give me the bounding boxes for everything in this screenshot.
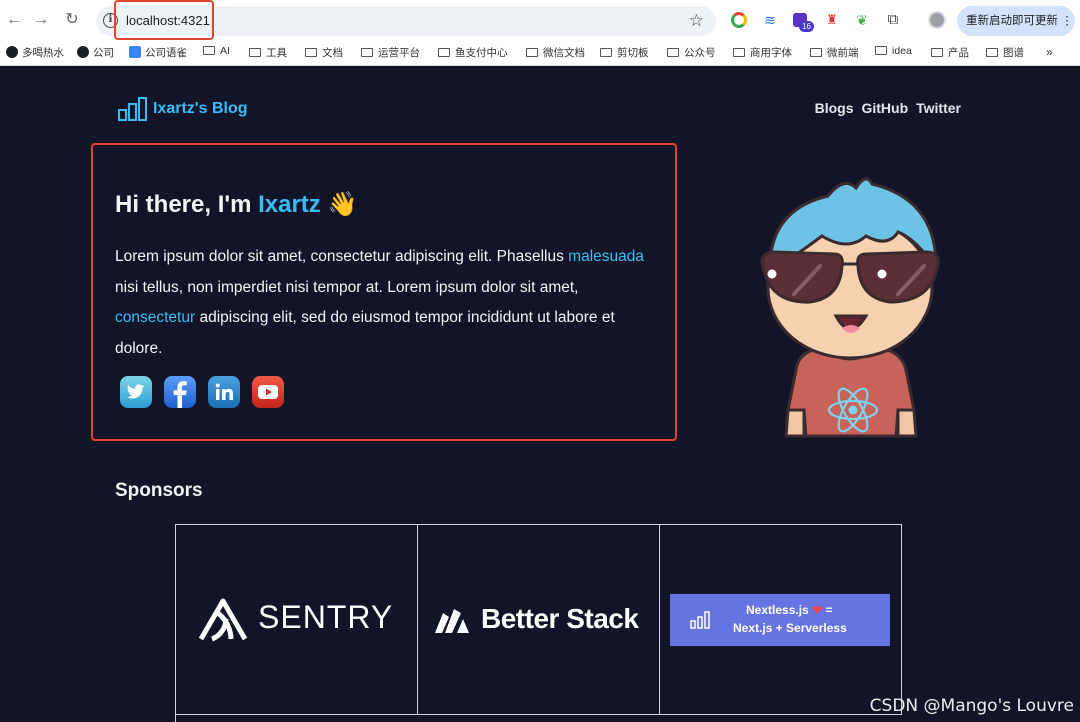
ext-robot-icon[interactable]: ♜ xyxy=(823,11,841,29)
extensions-puzzle-icon[interactable]: ⧉ xyxy=(884,11,902,29)
browser-toolbar: ← → ↻ i localhost:4321 ☆ ≋ 16 ♜ ❦ ⧉ 重新启动… xyxy=(0,0,1080,40)
betterstack-logo-icon xyxy=(435,609,469,633)
bookmark-star-icon[interactable]: ☆ xyxy=(689,11,704,31)
bookmark-2[interactable]: 公司语雀 xyxy=(129,45,187,60)
sentry-logo-text: SENTRY xyxy=(258,599,394,635)
hero-title-prefix: Hi there, I'm xyxy=(115,191,259,218)
heart-icon: ❤ xyxy=(812,603,823,617)
folder-icon xyxy=(249,48,261,57)
sponsor-sentry[interactable]: SENTRY xyxy=(176,525,418,715)
folder-icon xyxy=(733,48,745,57)
hero-text-2: nisi tellus, non imperdiet nisi tempor a… xyxy=(115,278,579,296)
waving-hand-icon: 👋 xyxy=(327,191,358,218)
bookmark-14[interactable]: 产品 xyxy=(931,45,969,60)
youtube-icon[interactable] xyxy=(252,376,284,408)
folder-icon xyxy=(361,48,373,57)
folder-icon xyxy=(931,48,943,57)
folder-icon xyxy=(875,46,887,55)
hero-title: Hi there, I'm Ixartz 👋 xyxy=(115,190,357,219)
betterstack-logo-text: Better Stack xyxy=(481,603,639,634)
update-button[interactable]: 重新启动即可更新 ⋮ xyxy=(957,6,1075,36)
ext-leaf-icon[interactable]: ❦ xyxy=(853,11,871,29)
hero-link-malesuada[interactable]: malesuada xyxy=(568,248,644,265)
twitter-icon[interactable] xyxy=(120,376,152,408)
watermark: CSDN @Mango's Louvre xyxy=(869,696,1074,716)
github-icon xyxy=(6,46,18,58)
reload-icon[interactable]: ↻ xyxy=(62,10,82,30)
sponsors-grid: SENTRY Better Stack Nextless.js ❤ = Next… xyxy=(175,524,902,722)
avatar[interactable] xyxy=(928,11,946,29)
folder-icon xyxy=(305,48,317,57)
nextless-banner: Nextless.js ❤ = Next.js + Serverless xyxy=(670,594,890,646)
bookmark-7[interactable]: 鱼支付中心 xyxy=(438,45,508,60)
bookmark-13[interactable]: idea xyxy=(875,45,912,57)
sponsor-nextless[interactable]: Nextless.js ❤ = Next.js + Serverless xyxy=(660,525,902,715)
folder-icon xyxy=(667,48,679,57)
folder-icon xyxy=(526,48,538,57)
nextless-line-2: Next.js + Serverless xyxy=(733,621,847,635)
bookmarks-bar: 多喝热水 公司 公司语雀 AI 工具 文档 运营平台 鱼支付中心 微信文档 剪切… xyxy=(0,40,1080,66)
developer-avatar-illustration xyxy=(760,177,940,438)
top-nav: Blogs GitHub Twitter xyxy=(815,100,961,116)
ext-layers-icon[interactable]: ≋ xyxy=(761,11,779,29)
logo-text: Ixartz's Blog xyxy=(153,100,248,117)
bookmark-12[interactable]: 微前端 xyxy=(810,45,859,60)
folder-icon xyxy=(986,48,998,57)
hero-text-1: Lorem ipsum dolor sit amet, consectetur … xyxy=(115,248,569,265)
hero-link-consectetur[interactable]: consectetur xyxy=(115,309,195,326)
hero-title-name: Ixartz xyxy=(258,191,321,218)
bookmark-8[interactable]: 微信文档 xyxy=(526,45,585,60)
bookmark-5[interactable]: 文档 xyxy=(305,45,343,60)
nav-twitter[interactable]: Twitter xyxy=(916,100,961,116)
update-label: 重新启动即可更新 xyxy=(966,15,1058,27)
ext-badge-count: 16 xyxy=(799,21,814,32)
bookmark-0[interactable]: 多喝热水 xyxy=(6,45,64,60)
bar-chart-logo-icon xyxy=(118,97,147,121)
folder-icon xyxy=(810,48,822,57)
forward-icon[interactable]: → xyxy=(31,10,51,30)
facebook-icon[interactable] xyxy=(164,376,196,408)
nextless-logo-icon xyxy=(690,611,710,629)
bookmark-1[interactable]: 公司 xyxy=(77,45,114,60)
bookmark-10[interactable]: 公众号 xyxy=(667,45,716,60)
folder-icon xyxy=(600,48,612,57)
folder-icon xyxy=(438,48,450,57)
bookmark-9[interactable]: 剪切板 xyxy=(600,45,649,60)
sentry-logo-icon xyxy=(198,598,248,642)
nav-blogs[interactable]: Blogs xyxy=(815,100,854,116)
bookmarks-overflow-icon[interactable]: » xyxy=(1046,45,1053,59)
bookmark-15[interactable]: 图谱 xyxy=(986,45,1024,60)
social-links xyxy=(120,376,284,408)
linkedin-icon[interactable] xyxy=(208,376,240,408)
sponsors-heading: Sponsors xyxy=(115,480,203,501)
nav-github[interactable]: GitHub xyxy=(861,100,908,116)
github-icon xyxy=(77,46,89,58)
bookmark-11[interactable]: 商用字体 xyxy=(733,45,792,60)
bookmark-4[interactable]: 工具 xyxy=(249,45,287,60)
address-bar[interactable]: i localhost:4321 ☆ xyxy=(96,0,716,40)
menu-dots-icon: ⋮ xyxy=(1061,15,1073,27)
yuque-icon xyxy=(129,46,141,58)
back-icon[interactable]: ← xyxy=(4,10,24,30)
browser-chrome: ← → ↻ i localhost:4321 ☆ ≋ 16 ♜ ❦ ⧉ 重新启动… xyxy=(0,0,1080,66)
nextless-line-1: Nextless.js ❤ = xyxy=(746,603,833,617)
folder-icon xyxy=(203,46,215,55)
sponsor-betterstack[interactable]: Better Stack xyxy=(418,525,660,715)
chrome-ext-icon[interactable] xyxy=(731,12,747,28)
site-logo[interactable]: Ixartz's Blog xyxy=(118,96,248,122)
hero-description: Lorem ipsum dolor sit amet, consectetur … xyxy=(115,242,660,364)
bookmark-3[interactable]: AI xyxy=(203,45,230,57)
url-text[interactable]: localhost:4321 xyxy=(126,13,210,28)
bookmark-6[interactable]: 运营平台 xyxy=(361,45,420,60)
